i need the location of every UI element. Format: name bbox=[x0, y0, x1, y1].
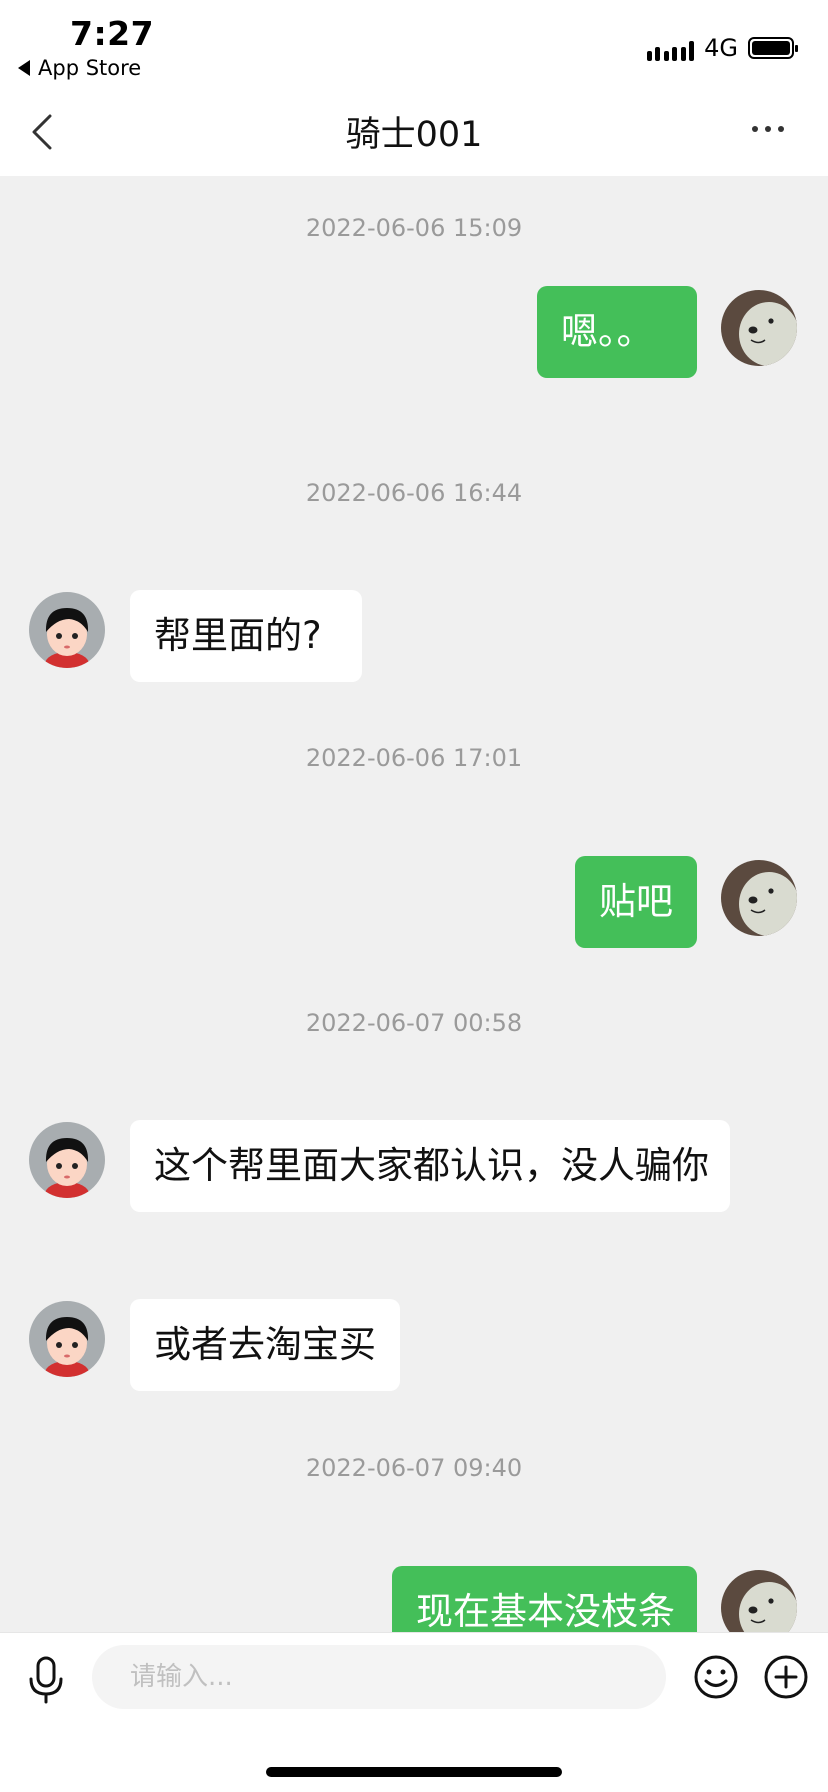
message-timestamp: 2022-06-07 09:40 bbox=[305, 1454, 523, 1482]
incoming-message-bubble[interactable]: 帮里面的? bbox=[130, 590, 362, 682]
nav-bar: 骑士001 bbox=[0, 88, 828, 176]
message-timestamp: 2022-06-06 15:09 bbox=[305, 214, 523, 242]
home-indicator bbox=[266, 1767, 562, 1777]
back-to-app-link[interactable]: App Store bbox=[18, 56, 141, 80]
network-type: 4G bbox=[704, 34, 738, 62]
status-bar: 7:27 App Store 4G bbox=[0, 0, 828, 88]
signal-icon bbox=[647, 35, 695, 61]
message-timestamp: 2022-06-06 17:01 bbox=[305, 744, 523, 772]
outgoing-message-bubble[interactable]: 贴吧 bbox=[575, 856, 697, 948]
contact-avatar[interactable] bbox=[29, 1301, 105, 1377]
user-avatar[interactable] bbox=[721, 1570, 797, 1632]
chat-area[interactable]: 2022-06-06 15:09 嗯。。 2022-06-06 16:44 帮里… bbox=[0, 176, 828, 1632]
chat-title: 骑士001 bbox=[345, 115, 483, 155]
incoming-message-bubble[interactable]: 或者去淘宝买 bbox=[130, 1299, 400, 1391]
more-dots-icon[interactable] bbox=[752, 126, 784, 132]
status-indicators: 4G bbox=[647, 34, 798, 62]
user-avatar[interactable] bbox=[721, 860, 797, 936]
incoming-message-bubble[interactable]: 这个帮里面大家都认识，没人骗你 bbox=[130, 1120, 730, 1212]
user-avatar[interactable] bbox=[721, 290, 797, 366]
outgoing-message-bubble[interactable]: 现在基本没枝条 bbox=[392, 1566, 697, 1632]
input-bar bbox=[0, 1632, 828, 1792]
contact-avatar[interactable] bbox=[29, 1122, 105, 1198]
outgoing-message-bubble[interactable]: 嗯。。 bbox=[537, 286, 697, 378]
contact-avatar[interactable] bbox=[29, 592, 105, 668]
status-time: 7:27 bbox=[70, 14, 155, 53]
battery-icon bbox=[748, 37, 798, 59]
message-timestamp: 2022-06-07 00:58 bbox=[305, 1009, 523, 1037]
chat-screen: 7:27 App Store 4G 骑士001 2022-06-06 15:09… bbox=[0, 0, 828, 1792]
smiley-icon[interactable] bbox=[692, 1653, 740, 1701]
message-input[interactable] bbox=[92, 1645, 666, 1709]
back-app-label: App Store bbox=[38, 56, 142, 80]
plus-circle-icon[interactable] bbox=[762, 1653, 810, 1701]
microphone-icon[interactable] bbox=[26, 1655, 66, 1705]
back-triangle-icon bbox=[18, 60, 30, 76]
message-timestamp: 2022-06-06 16:44 bbox=[305, 479, 523, 507]
